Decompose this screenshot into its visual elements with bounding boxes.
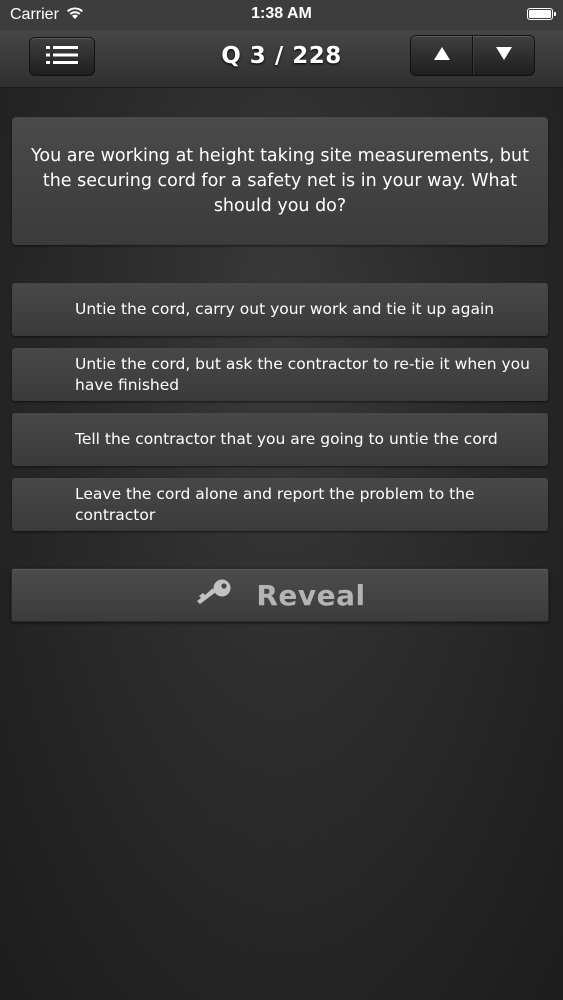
answer-text: Tell the contractor that you are going t… — [75, 430, 498, 448]
navigation-bar: Q 3 / 228 — [0, 30, 563, 88]
answer-option-1[interactable]: Untie the cord, carry out your work and … — [12, 283, 548, 336]
battery-icon — [527, 8, 556, 20]
answer-text: Untie the cord, carry out your work and … — [75, 300, 495, 318]
status-time: 1:38 AM — [251, 5, 312, 22]
triangle-down-icon — [495, 45, 513, 66]
next-question-button[interactable] — [472, 36, 534, 75]
triangle-up-icon — [433, 45, 451, 66]
question-card: You are working at height taking site me… — [12, 117, 548, 245]
answer-option-2[interactable]: Untie the cord, but ask the contractor t… — [12, 348, 548, 401]
question-navigation — [410, 35, 535, 76]
status-bar: Carrier 1:38 AM — [0, 0, 563, 30]
answer-option-3[interactable]: Tell the contractor that you are going t… — [12, 413, 548, 466]
reveal-button[interactable]: Reveal — [11, 568, 549, 622]
answer-option-4[interactable]: Leave the cord alone and report the prob… — [12, 478, 548, 531]
answer-text: Leave the cord alone and report the prob… — [75, 484, 475, 524]
reveal-label: Reveal — [256, 578, 366, 612]
question-text: You are working at height taking site me… — [31, 145, 529, 216]
key-icon — [194, 578, 234, 612]
answer-text: Untie the cord, but ask the contractor t… — [75, 354, 530, 394]
previous-question-button[interactable] — [411, 36, 472, 75]
